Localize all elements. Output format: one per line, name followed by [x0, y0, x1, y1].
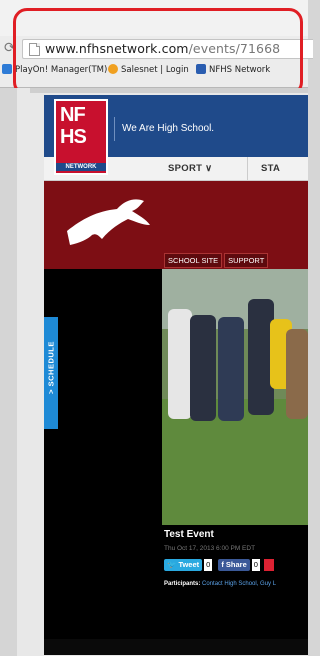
tagline: We Are High School. [122, 123, 215, 134]
nfhs-site: We Are High School. SPORT ∨ STA NF HS NE… [44, 95, 308, 655]
share-count: 0 [251, 559, 260, 571]
event-title: Test Event [164, 529, 214, 540]
school-banner: SCHOOL SITE SUPPORT [44, 181, 308, 269]
school-site-link[interactable]: SCHOOL SITE [164, 253, 223, 268]
google-plus-icon[interactable] [263, 559, 274, 571]
twitter-bird-icon: 🐦 [167, 560, 177, 569]
facebook-icon: f [221, 560, 224, 569]
video-section: > SCHEDULE Test Event Thu Oct 17, 2013 6… [44, 269, 308, 639]
logo-text-3: NETWORK [56, 163, 106, 171]
video-player[interactable] [162, 269, 308, 525]
page-viewport: We Are High School. SPORT ∨ STA NF HS NE… [0, 88, 308, 656]
player-figure [190, 315, 216, 421]
share-button[interactable]: f Share [218, 559, 250, 571]
participants-value[interactable]: Contact High School, Guy L [202, 581, 276, 587]
event-date: Thu Oct 17, 2013 6:00 PM EDT [164, 545, 256, 552]
annotation-highlight-box [13, 8, 303, 96]
share-label: Share [225, 560, 247, 569]
schedule-tab[interactable]: > SCHEDULE [44, 317, 58, 429]
tweet-count: 0 [204, 559, 213, 571]
social-buttons: 🐦 Tweet 0 f Share 0 [164, 559, 274, 573]
banner-links: SCHOOL SITE SUPPORT [164, 250, 270, 268]
participants-label: Participants: [164, 581, 201, 587]
nav-sport[interactable]: SPORT ∨ [168, 163, 212, 174]
player-figure [218, 317, 244, 421]
top-gray-bar [30, 88, 308, 93]
tweet-button[interactable]: 🐦 Tweet [164, 559, 203, 571]
nfhs-logo[interactable]: NF HS NETWORK [54, 99, 108, 175]
support-link[interactable]: SUPPORT [224, 253, 269, 268]
playon-icon [2, 64, 12, 74]
player-figure [286, 329, 308, 419]
logo-text-2: HS [60, 126, 87, 148]
site-bottom-bar [44, 639, 308, 655]
nav-divider [247, 157, 248, 180]
nav-state[interactable]: STA [261, 163, 280, 174]
logo-text-1: NF [60, 104, 86, 126]
player-figure [168, 309, 192, 419]
schedule-label: > SCHEDULE [46, 341, 56, 394]
panther-mascot-icon [67, 199, 150, 245]
tweet-label: Tweet [178, 560, 200, 569]
participants-line: Participants: Contact High School, Guy L [164, 581, 276, 587]
header-divider [114, 117, 115, 141]
